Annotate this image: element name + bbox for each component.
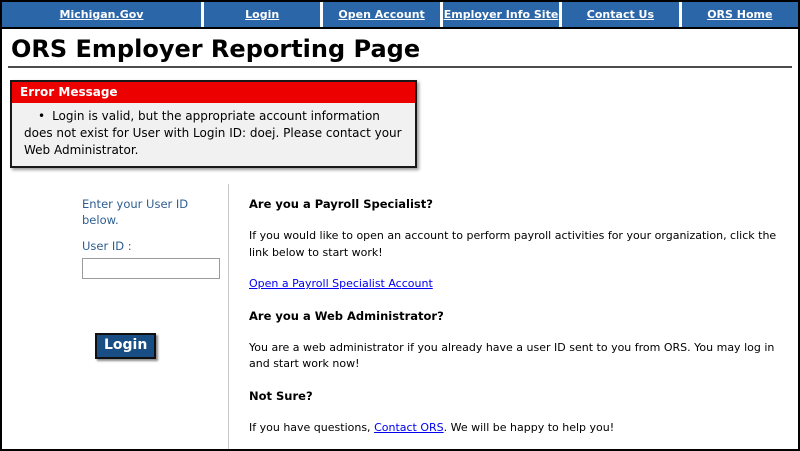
payroll-specialist-heading: Are you a Payroll Specialist? — [249, 196, 782, 213]
user-id-instruction: Enter your User ID below. — [82, 196, 220, 229]
not-sure-text-after: . We will be happy to help you! — [444, 421, 615, 434]
user-id-label: User ID : — [82, 238, 220, 255]
not-sure-text-before: If you have questions, — [249, 421, 374, 434]
top-navigation: Michigan.Gov Login Open Account Employer… — [2, 2, 798, 29]
login-button[interactable]: Login — [95, 333, 156, 359]
payroll-specialist-text: If you would like to open an account to … — [249, 228, 782, 261]
page: Michigan.Gov Login Open Account Employer… — [0, 0, 800, 451]
not-sure-text: If you have questions, Contact ORS. We w… — [249, 420, 782, 437]
info-panel: Are you a Payroll Specialist? If you wou… — [229, 184, 798, 449]
nav-link-contact-us[interactable]: Contact Us — [562, 2, 678, 27]
error-message-box: Error Message •Login is valid, but the a… — [10, 80, 417, 167]
nav-link-ors-home[interactable]: ORS Home — [682, 2, 798, 27]
web-administrator-heading: Are you a Web Administrator? — [249, 308, 782, 325]
error-message-text: Login is valid, but the appropriate acco… — [24, 109, 402, 157]
main-content: Enter your User ID below. User ID : Logi… — [2, 184, 798, 449]
login-panel: Enter your User ID below. User ID : Logi… — [2, 184, 229, 449]
nav-link-employer-info-site[interactable]: Employer Info Site — [443, 2, 559, 27]
error-message-header: Error Message — [12, 82, 415, 103]
bullet-icon: • — [38, 109, 45, 123]
user-id-input[interactable] — [82, 258, 220, 279]
open-payroll-specialist-account-link[interactable]: Open a Payroll Specialist Account — [249, 277, 433, 290]
web-administrator-text: You are a web administrator if you alrea… — [249, 340, 782, 373]
contact-ors-link[interactable]: Contact ORS — [374, 421, 444, 434]
error-message-body: •Login is valid, but the appropriate acc… — [12, 103, 415, 165]
nav-link-michigan-gov[interactable]: Michigan.Gov — [2, 2, 201, 27]
nav-link-login[interactable]: Login — [204, 2, 320, 27]
nav-link-open-account[interactable]: Open Account — [323, 2, 439, 27]
page-title: ORS Employer Reporting Page — [11, 36, 790, 62]
not-sure-heading: Not Sure? — [249, 388, 782, 405]
title-divider — [8, 66, 792, 68]
